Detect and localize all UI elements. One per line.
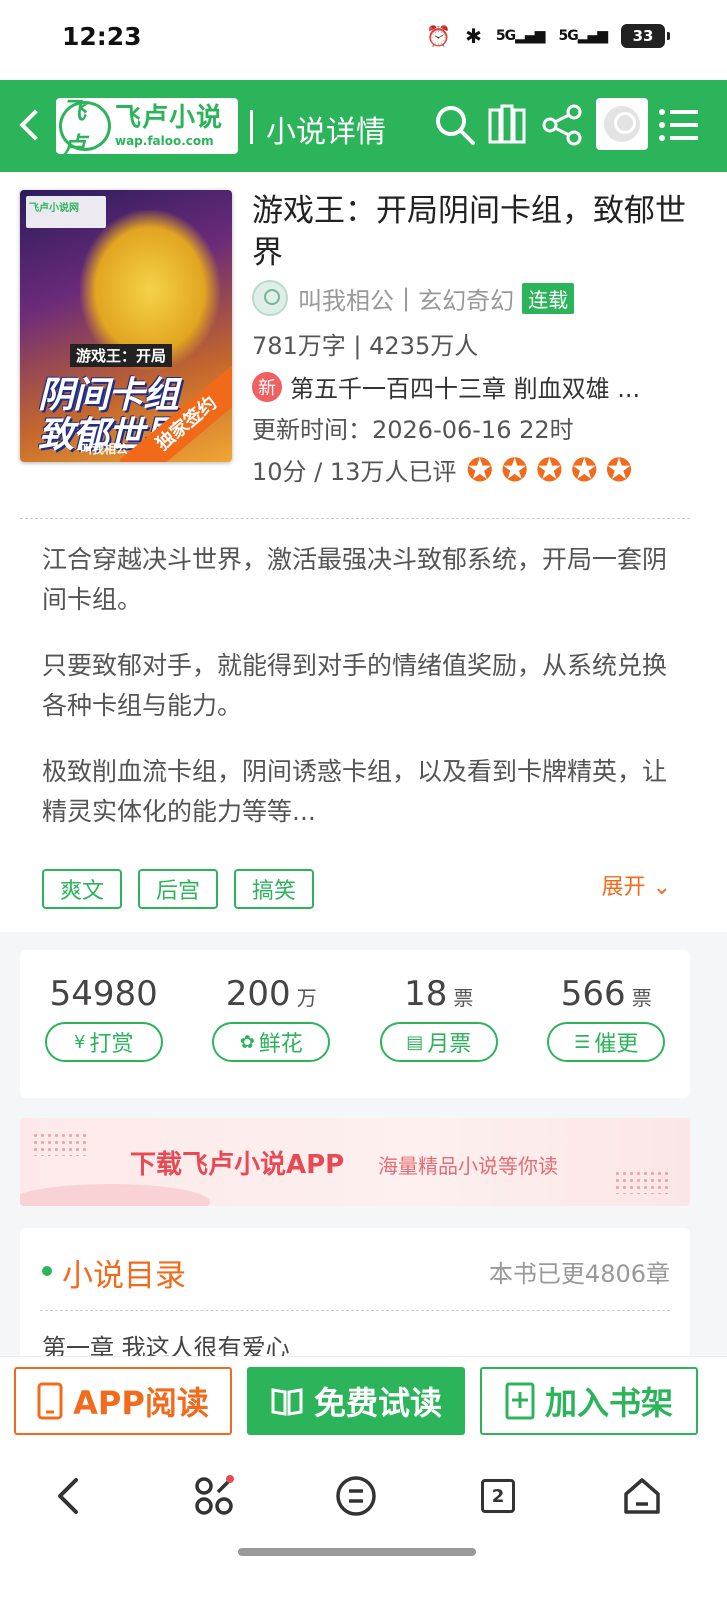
update-time: 更新时间：2026-06-16 22时: [252, 416, 574, 444]
free-read-button[interactable]: 免费试读: [247, 1367, 465, 1435]
tag-item[interactable]: 爽文: [42, 869, 123, 909]
book-stats: 781万字 | 4235万人: [252, 332, 479, 360]
browser-back-button[interactable]: [40, 1466, 100, 1526]
logo-url: wap.faloo.com: [115, 134, 214, 148]
flower-count: 200: [225, 974, 291, 1014]
flower-icon: ✿: [239, 1031, 255, 1053]
book-title: 游戏王：开局阴间卡组，致郁世界: [252, 193, 686, 271]
tag-list: 爽文 后宫 搞笑: [42, 869, 315, 909]
author-line: 叫我相公 | 玄幻奇幻 连载: [252, 280, 575, 316]
app-read-button[interactable]: APP阅读: [14, 1367, 232, 1435]
apps-button[interactable]: [184, 1466, 244, 1526]
status-badge: 连载: [522, 282, 575, 314]
browser-nav-bar: 2: [0, 1444, 727, 1600]
menu-circle-icon: [336, 1476, 376, 1516]
add-to-shelf-button[interactable]: 加入书架: [480, 1367, 698, 1435]
rating-text: 10分 / 13万人已评: [252, 458, 457, 486]
bullet-icon: [42, 1266, 52, 1276]
support-flower: 200 万 ✿ 鲜花: [188, 950, 356, 1098]
intro-paragraph: 只要致郁对手，就能得到对手的情绪值奖励，从系统兑换各种卡组与能力。: [42, 651, 668, 720]
monthly-ticket-count: 18: [404, 974, 448, 1014]
tip-button[interactable]: ¥ 打赏: [44, 1022, 163, 1062]
alarm-icon: ⏰: [426, 24, 452, 48]
star-icon: ✪: [536, 450, 563, 489]
menu-button[interactable]: [326, 1466, 386, 1526]
add-book-icon: [505, 1382, 535, 1420]
user-avatar-button[interactable]: [596, 98, 648, 150]
intro-paragraph: 江合穿越决斗世界，激活最强决斗致郁系统，开局一套阴间卡组。: [42, 545, 668, 614]
yen-icon: ¥: [74, 1031, 86, 1053]
ticket-icon: ▤: [406, 1031, 424, 1053]
book-intro: 江合穿越决斗世界，激活最强决斗致郁系统，开局一套阴间卡组。 只要致郁对手，就能得…: [42, 540, 672, 858]
star-icon: ✪: [570, 450, 598, 489]
support-urge: 566 票 ☰ 催更: [523, 950, 691, 1098]
flower-button[interactable]: ✿ 鲜花: [212, 1022, 331, 1062]
logo-name: 飞卢小说: [115, 103, 224, 133]
latest-chapter-title: 第五千一百四十三章 削血双雄 ...: [290, 375, 641, 403]
gesture-bar[interactable]: [238, 1548, 476, 1556]
banner-subtitle: 海量精品小说等你读: [378, 1154, 558, 1178]
header-divider: [250, 110, 253, 144]
logo[interactable]: 飞卢 飞卢小说 wap.faloo.com: [56, 97, 238, 160]
cover-author: 叫我相公: [80, 442, 129, 456]
tag-item[interactable]: 后宫: [138, 869, 219, 909]
urge-count: 566: [560, 974, 626, 1014]
rating-line: 10分 / 13万人已评 ✪ ✪ ✪ ✪ ✪: [252, 452, 632, 487]
tabs-count: 2: [481, 1479, 515, 1513]
latest-chapter-link[interactable]: 新 第五千一百四十三章 削血双雄 ...: [252, 369, 692, 404]
chapter-count[interactable]: 本书已更4806章: [489, 1254, 670, 1289]
monthly-ticket-button[interactable]: ▤ 月票: [379, 1022, 498, 1062]
catalog-title[interactable]: 小说目录: [62, 1250, 186, 1295]
book-cover[interactable]: 飞卢小说网 游戏王：开局 阴间卡组 致郁世界 叫我相公 独家签约: [20, 190, 232, 462]
tabs-button[interactable]: 2: [468, 1466, 528, 1526]
genre[interactable]: 玄幻奇幻: [418, 281, 514, 316]
download-app-banner[interactable]: 下载飞卢小说APP 海量精品小说等你读: [20, 1118, 690, 1206]
home-icon: [624, 1478, 660, 1514]
signal-icon: 5G▂▄▆: [495, 28, 546, 44]
back-button[interactable]: [12, 102, 52, 150]
share-icon[interactable]: [540, 102, 586, 148]
chevron-left-icon: [58, 1478, 78, 1514]
support-tip: 54980 ¥ 打赏: [20, 950, 188, 1098]
support-card: 54980 ¥ 打赏 200 万 ✿ 鲜花 18 票 ▤ 月票 566 票 ☰ 催更: [20, 950, 690, 1098]
open-book-icon: [271, 1388, 303, 1416]
cover-subtitle: 游戏王：开局: [70, 344, 173, 367]
apps-icon: [195, 1475, 234, 1515]
status-icons: ⏰ ✱ 5G▂▄▆ 5G▂▄▆ 33: [426, 24, 670, 48]
tip-count: 54980: [49, 974, 158, 1014]
menu-icon[interactable]: [656, 102, 702, 148]
rating-stars: ✪ ✪ ✪ ✪ ✪: [466, 454, 632, 486]
battery-icon: 33: [621, 24, 670, 48]
phone-icon: [37, 1382, 63, 1420]
intro-paragraph: 极致削血流卡组，阴间诱惑卡组，以及看到卡牌精英，让精灵实体化的能力等等...: [42, 757, 668, 826]
action-bar: APP阅读 免费试读 加入书架: [0, 1356, 727, 1444]
author-name[interactable]: 叫我相公: [298, 281, 394, 316]
urge-button[interactable]: ☰ 催更: [547, 1022, 666, 1062]
status-bar: 12:23 ⏰ ✱ 5G▂▄▆ 5G▂▄▆ 33: [0, 0, 727, 80]
divider: [40, 1310, 670, 1311]
star-icon: ✪: [605, 450, 633, 489]
status-time: 12:23: [62, 22, 142, 51]
expand-button[interactable]: 展开 ⌄: [602, 869, 671, 901]
new-badge: 新: [252, 371, 282, 402]
author-avatar-icon[interactable]: [252, 280, 288, 316]
divider: [20, 518, 690, 519]
app-header: 飞卢 飞卢小说 wap.faloo.com 小说详情: [0, 80, 727, 172]
book-info-section: 飞卢小说网 游戏王：开局 阴间卡组 致郁世界 叫我相公 独家签约 游戏王：开局阴…: [0, 172, 727, 932]
signal-icon-2: 5G▂▄▆: [558, 28, 608, 44]
home-button[interactable]: [612, 1466, 672, 1526]
page-title: 小说详情: [266, 115, 386, 150]
urge-icon: ☰: [574, 1031, 591, 1053]
star-icon: ✪: [466, 450, 494, 489]
bookshelf-icon[interactable]: [486, 102, 532, 148]
search-icon[interactable]: [432, 102, 478, 148]
banner-title: 下载飞卢小说APP: [130, 1150, 345, 1180]
tag-item[interactable]: 搞笑: [234, 869, 315, 909]
star-icon: ✪: [501, 450, 529, 489]
bluetooth-icon: ✱: [465, 24, 482, 48]
logo-mark-icon: 飞卢: [59, 97, 111, 160]
chevron-down-icon: ⌄: [652, 875, 671, 900]
support-monthly-ticket: 18 票 ▤ 月票: [355, 950, 523, 1098]
